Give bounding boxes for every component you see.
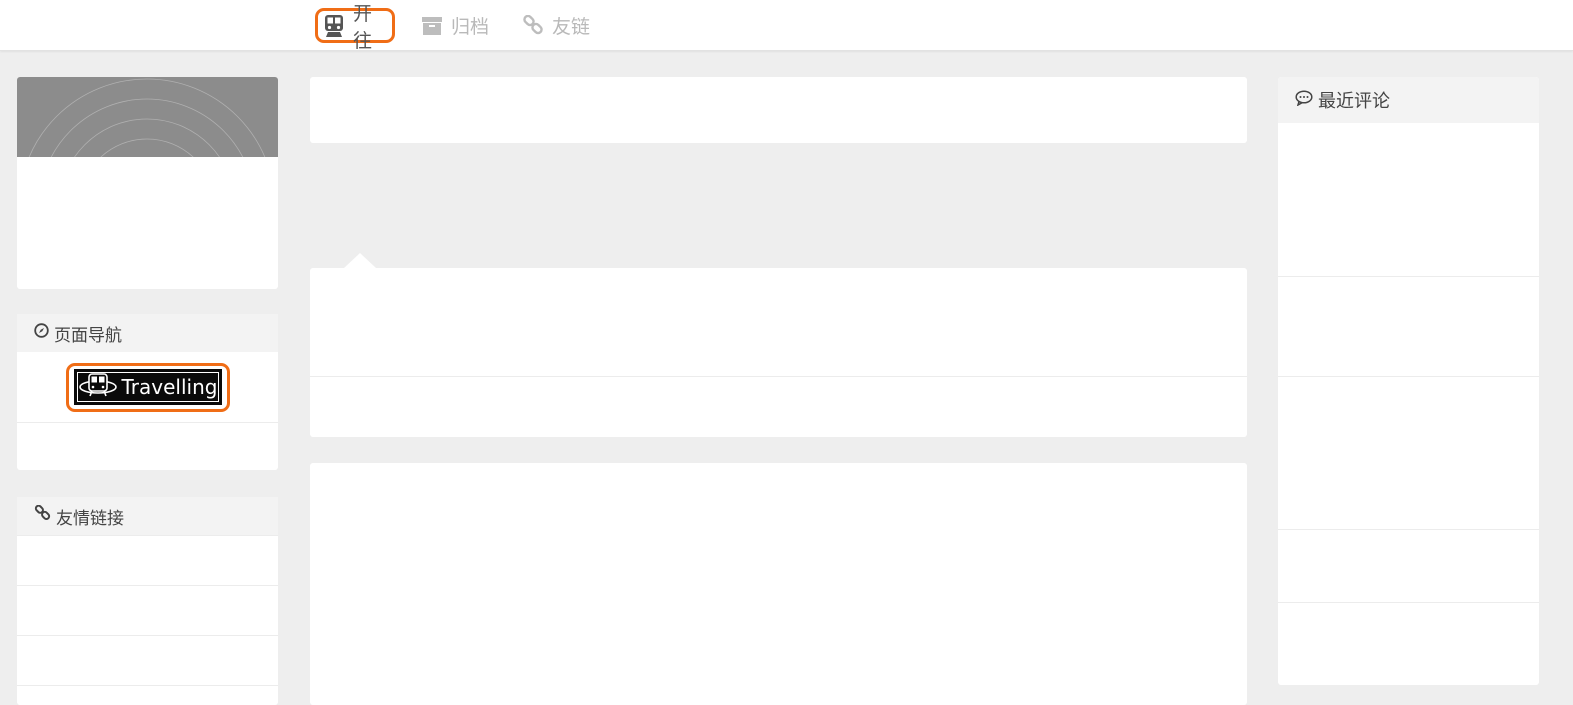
widget-header: 页面导航 <box>17 314 278 352</box>
banner-circles-pattern <box>28 78 266 157</box>
comment-item[interactable] <box>1278 376 1539 529</box>
page-nav-row <box>17 422 278 470</box>
content-header-card <box>310 77 1247 143</box>
friend-link-item[interactable] <box>17 535 278 585</box>
profile-card <box>17 77 278 289</box>
widget-title: 页面导航 <box>54 325 122 346</box>
widget-header: 最近评论 <box>1278 77 1539 123</box>
pointer-arrow <box>344 253 376 268</box>
friend-links-widget: 友情链接 <box>17 497 278 705</box>
top-navigation-bar: 开往 归档 友链 <box>0 0 1573 52</box>
travelling-label: Travelling <box>121 375 218 399</box>
train-icon <box>323 14 345 38</box>
comment-item[interactable] <box>1278 276 1539 376</box>
divider <box>310 376 1247 377</box>
nav-item-archive[interactable]: 归档 <box>421 8 489 43</box>
comment-item[interactable] <box>1278 602 1539 685</box>
profile-banner <box>17 77 278 157</box>
train-orbit-icon <box>78 372 118 403</box>
widget-header: 友情链接 <box>17 497 278 535</box>
content-card <box>310 253 1247 437</box>
nav-item-label: 友链 <box>552 16 591 38</box>
widget-title: 最近评论 <box>1318 91 1390 112</box>
nav-item-links[interactable]: 友链 <box>522 8 590 43</box>
friend-link-item[interactable] <box>17 635 278 685</box>
travelling-row: Travelling <box>17 352 278 422</box>
comment-item[interactable] <box>1278 529 1539 602</box>
recent-comments-widget: 最近评论 <box>1278 77 1539 685</box>
widget-title: 友情链接 <box>56 508 124 529</box>
travelling-badge: Travelling <box>73 369 222 405</box>
compass-icon <box>34 323 49 343</box>
link-icon <box>34 504 51 527</box>
friend-link-item[interactable] <box>17 585 278 635</box>
comment-icon <box>1295 89 1313 111</box>
nav-item-label: 归档 <box>451 16 490 38</box>
travelling-button[interactable]: Travelling <box>65 362 230 412</box>
friend-link-item[interactable] <box>17 685 278 705</box>
archive-icon <box>421 16 443 36</box>
nav-item-label: 开往 <box>353 2 373 52</box>
nav-item-travel[interactable]: 开往 <box>315 3 395 52</box>
link-icon <box>522 14 544 37</box>
page-navigation-widget: 页面导航 Travelling <box>17 314 278 470</box>
post-card <box>310 463 1247 705</box>
